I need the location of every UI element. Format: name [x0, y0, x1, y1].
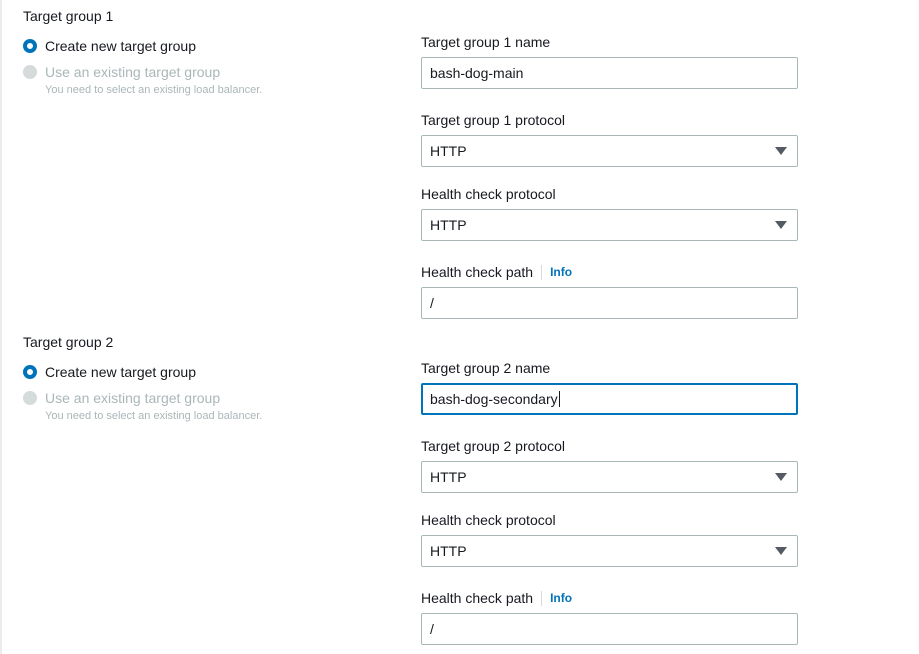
info-link[interactable]: Info	[550, 591, 572, 605]
health-check-path-input-1[interactable]: /	[421, 287, 798, 319]
radio-use-existing-target-group-1[interactable]: Use an existing target group	[23, 64, 220, 80]
health-check-protocol-select-2[interactable]: HTTP	[421, 535, 798, 567]
caret-down-icon	[775, 547, 787, 555]
target-group-2-title: Target group 2	[23, 334, 114, 350]
radio-label: Create new target group	[45, 38, 196, 54]
existing-target-group-hint: You need to select an existing load bala…	[45, 410, 263, 422]
input-value: bash-dog-secondary	[430, 391, 558, 407]
text-cursor	[558, 391, 560, 407]
radio-create-new-target-group-2[interactable]: Create new target group	[23, 364, 196, 380]
target-group-2-protocol-label: Target group 2 protocol	[421, 438, 565, 454]
radio-label: Create new target group	[45, 364, 196, 380]
radio-disabled-icon	[23, 391, 37, 405]
select-value: HTTP	[430, 543, 467, 559]
health-check-path-label-2: Health check path Info	[421, 590, 572, 606]
target-group-2-name-label: Target group 2 name	[421, 360, 551, 376]
radio-create-new-target-group-1[interactable]: Create new target group	[23, 38, 196, 54]
health-check-path-text: Health check path	[421, 590, 534, 606]
radio-use-existing-target-group-2[interactable]: Use an existing target group	[23, 390, 220, 406]
target-group-1-name-label: Target group 1 name	[421, 34, 551, 50]
caret-down-icon	[775, 147, 787, 155]
caret-down-icon	[775, 473, 787, 481]
divider	[541, 590, 543, 606]
select-value: HTTP	[430, 143, 467, 159]
divider	[541, 264, 543, 280]
target-group-1-name-input[interactable]: bash-dog-main	[421, 57, 798, 89]
health-check-path-label-1: Health check path Info	[421, 264, 572, 280]
existing-target-group-hint: You need to select an existing load bala…	[45, 84, 263, 96]
target-group-2-name-input[interactable]: bash-dog-secondary	[421, 383, 798, 415]
target-groups-form: Target group 1 Create new target group U…	[0, 0, 919, 654]
radio-selected-icon[interactable]	[23, 365, 37, 379]
target-group-1-protocol-select[interactable]: HTTP	[421, 135, 798, 167]
radio-label: Use an existing target group	[45, 64, 221, 80]
select-value: HTTP	[430, 217, 467, 233]
radio-selected-icon[interactable]	[23, 39, 37, 53]
health-check-protocol-select-1[interactable]: HTTP	[421, 209, 798, 241]
target-group-1-protocol-label: Target group 1 protocol	[421, 112, 565, 128]
input-value: /	[430, 621, 434, 637]
health-check-protocol-label-2: Health check protocol	[421, 512, 556, 528]
target-group-2-protocol-select[interactable]: HTTP	[421, 461, 798, 493]
health-check-protocol-label-1: Health check protocol	[421, 186, 556, 202]
input-value: bash-dog-main	[430, 65, 524, 81]
radio-label: Use an existing target group	[45, 390, 221, 406]
target-group-1-title: Target group 1	[23, 8, 114, 24]
health-check-path-text: Health check path	[421, 264, 534, 280]
caret-down-icon	[775, 221, 787, 229]
input-value: /	[430, 295, 434, 311]
info-link[interactable]: Info	[550, 265, 572, 279]
radio-disabled-icon	[23, 65, 37, 79]
select-value: HTTP	[430, 469, 467, 485]
health-check-path-input-2[interactable]: /	[421, 613, 798, 645]
